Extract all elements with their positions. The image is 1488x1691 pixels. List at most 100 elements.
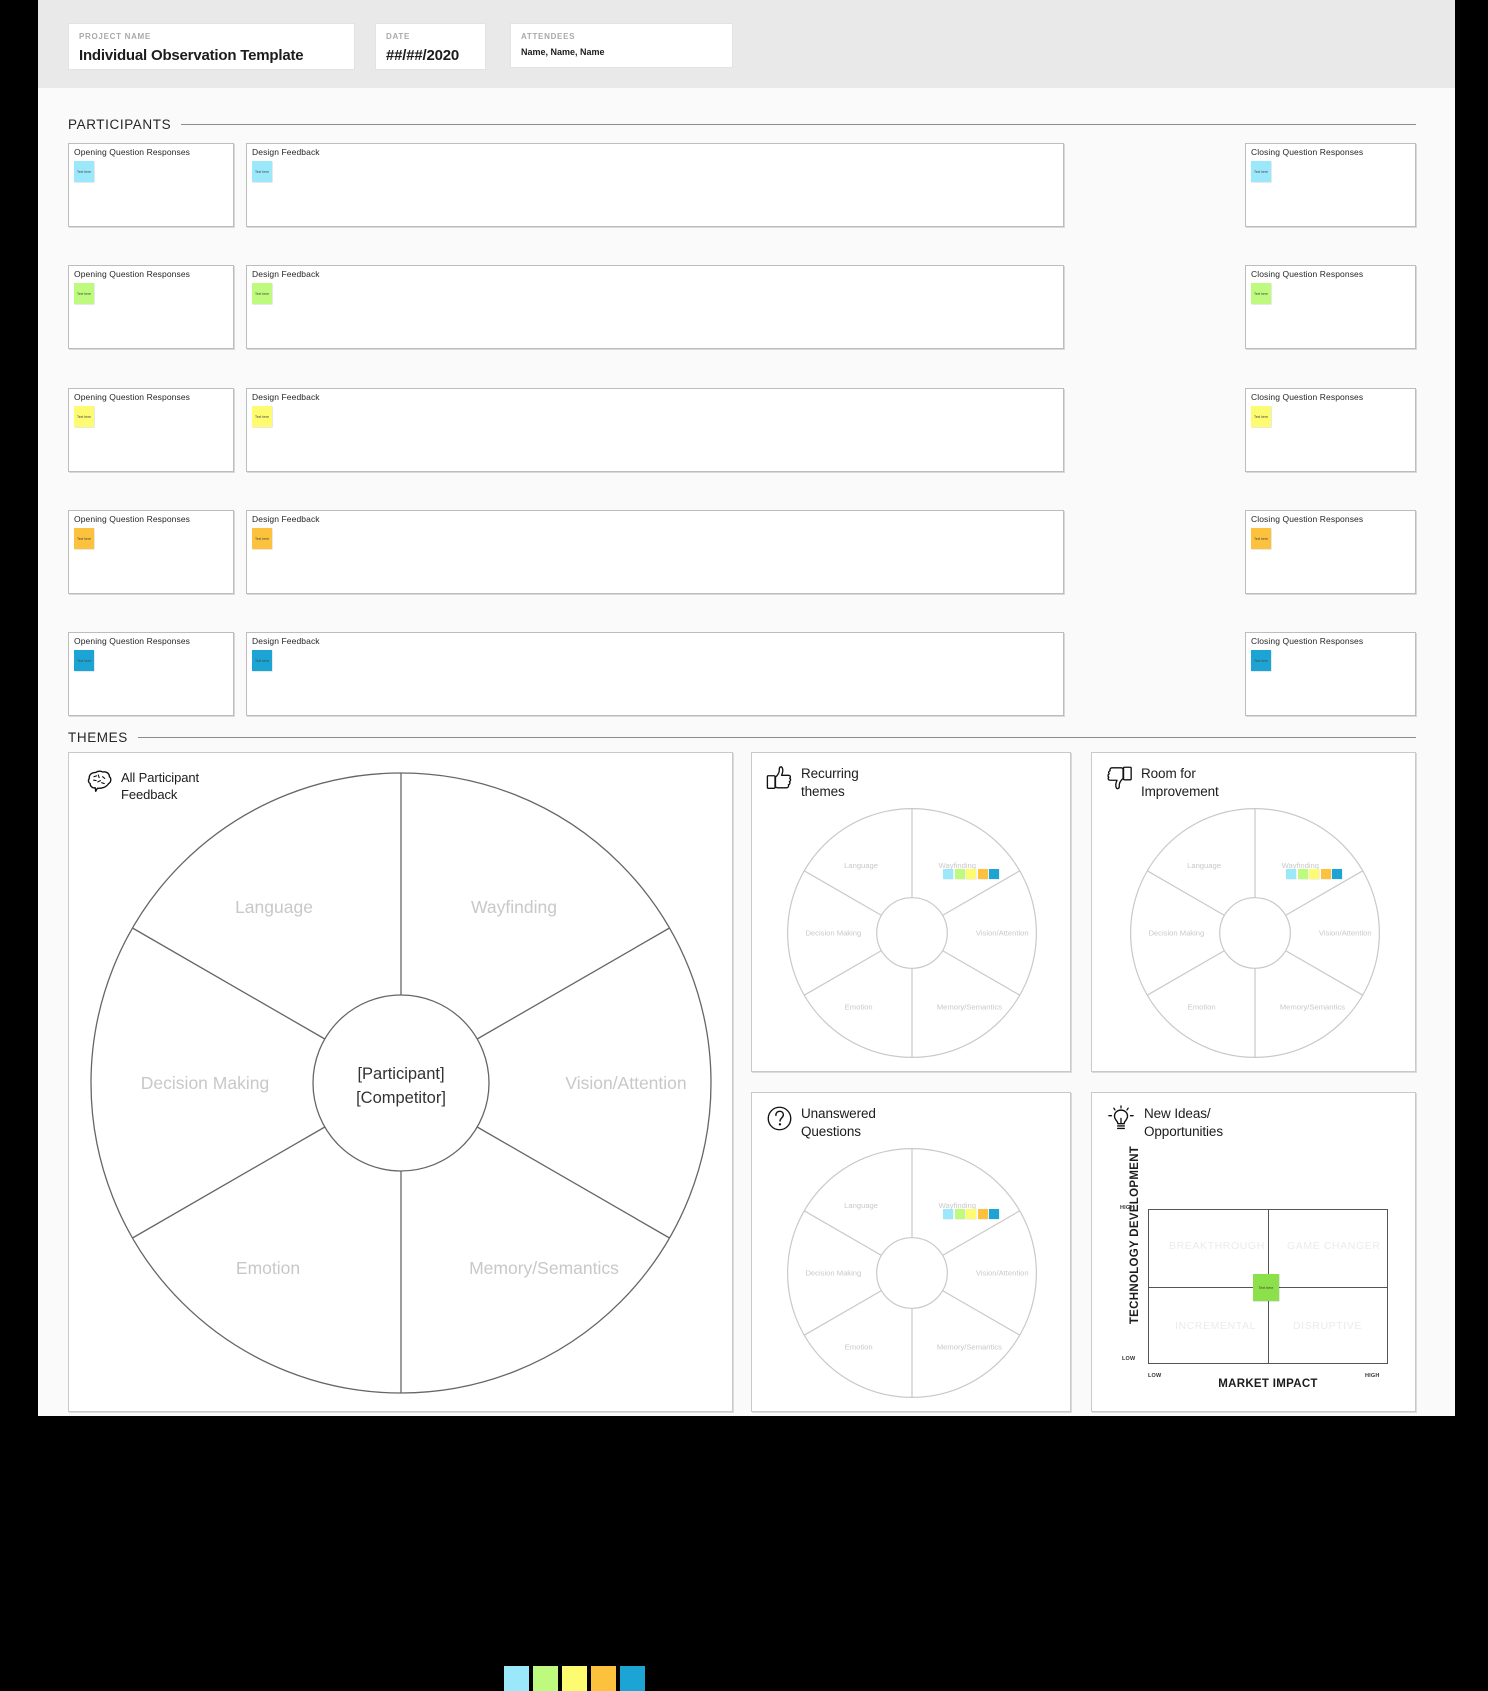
design-feedback-box[interactable]: Design Feedback Text here (246, 265, 1064, 349)
sticky-note[interactable]: Text here (74, 283, 94, 304)
wayfinding-swatch-row[interactable] (1286, 869, 1344, 879)
box-label: Design Feedback (252, 514, 320, 524)
swatch-3[interactable] (1309, 869, 1319, 879)
sticky-note[interactable]: Text here (252, 283, 272, 304)
wheel-segment-label-decision-making: Decision Making (805, 1268, 861, 1277)
box-label: Closing Question Responses (1251, 269, 1364, 279)
opening-question-responses-box[interactable]: Opening Question Responses Text here (68, 632, 234, 716)
wayfinding-swatch-row[interactable] (943, 1209, 1001, 1219)
swatch-1[interactable] (1286, 869, 1296, 879)
swatch-3[interactable] (966, 1209, 976, 1219)
swatch-4[interactable] (591, 1666, 616, 1691)
box-label: Closing Question Responses (1251, 514, 1364, 524)
design-feedback-box[interactable]: Design Feedback Text here (246, 510, 1064, 594)
panel-title: Room for Improvement (1141, 766, 1219, 799)
wheel-segment-label-emotion: Emotion (845, 1343, 873, 1352)
section-header-themes: THEMES (68, 730, 1416, 745)
section-title-themes: THEMES (68, 730, 128, 745)
swatch-2[interactable] (954, 869, 965, 879)
wheel-segment-label-emotion: Emotion (845, 1003, 873, 1012)
swatch-5[interactable] (989, 1209, 999, 1219)
sticky-note[interactable]: Text here (74, 406, 94, 427)
quadrant-label-incremental: INCREMENTAL (1175, 1320, 1257, 1332)
sticky-note[interactable]: Text here (252, 650, 272, 671)
sticky-note[interactable]: Text here (1253, 1274, 1279, 1301)
swatch-4[interactable] (977, 1209, 988, 1219)
sticky-note[interactable]: Text here (252, 406, 272, 427)
design-feedback-box[interactable]: Design Feedback Text here (246, 388, 1064, 472)
swatch-5[interactable] (620, 1666, 645, 1691)
box-label: Closing Question Responses (1251, 392, 1364, 402)
feedback-wheel-recurring[interactable]: Language Wayfinding Vision/Attention Mem… (782, 803, 1042, 1063)
swatch-3[interactable] (562, 1666, 587, 1691)
wheel-segment-label-memory-semantics: Memory/Semantics (937, 1343, 1002, 1352)
box-label: Opening Question Responses (74, 636, 191, 646)
panel-room-for-improvement[interactable]: Room for Improvement Language Wayfinding… (1091, 752, 1416, 1072)
swatch-5[interactable] (1332, 869, 1342, 879)
panel-unanswered-questions[interactable]: Unanswered Questions Language Wayfinding… (751, 1092, 1071, 1412)
wheel-segment-label-language: Language (844, 1201, 878, 1210)
wheel-segment-label-emotion: Emotion (1188, 1003, 1216, 1012)
swatch-2[interactable] (954, 1209, 965, 1219)
sticky-note[interactable]: Text here (252, 161, 272, 182)
date-card[interactable]: DATE ##/##/2020 (375, 23, 486, 70)
thumbs-up-icon (766, 765, 793, 796)
box-label: Design Feedback (252, 147, 320, 157)
wheel-segment-label-emotion: Emotion (236, 1258, 300, 1278)
matrix-plot-area[interactable]: BREAKTHROUGH GAME CHANGER INCREMENTAL DI… (1148, 1209, 1388, 1364)
question-mark-icon (766, 1105, 793, 1137)
swatch-5[interactable] (989, 869, 999, 879)
closing-question-responses-box[interactable]: Closing Question Responses Text here (1245, 510, 1416, 594)
wheel-segment-label-decision-making: Decision Making (141, 1073, 269, 1093)
swatch-1[interactable] (943, 869, 953, 879)
sticky-note[interactable]: Text here (74, 650, 94, 671)
opening-question-responses-box[interactable]: Opening Question Responses Text here (68, 143, 234, 227)
feedback-wheel-room[interactable]: Language Wayfinding Vision/Attention Mem… (1125, 803, 1385, 1063)
opportunity-matrix-chart[interactable]: TECHNOLOGY DEVELOPMENT MARKET IMPACT HIG… (1112, 1146, 1400, 1401)
opening-question-responses-box[interactable]: Opening Question Responses Text here (68, 265, 234, 349)
opening-question-responses-box[interactable]: Opening Question Responses Text here (68, 510, 234, 594)
attendees-value: Name, Name, Name (521, 47, 605, 57)
design-feedback-box[interactable]: Design Feedback Text here (246, 632, 1064, 716)
thumbs-down-icon (1106, 765, 1133, 796)
closing-question-responses-box[interactable]: Closing Question Responses Text here (1245, 265, 1416, 349)
sticky-note[interactable]: Text here (1251, 161, 1271, 182)
closing-question-responses-box[interactable]: Closing Question Responses Text here (1245, 143, 1416, 227)
feedback-wheel-large[interactable]: Language Wayfinding Vision/Attention Mem… (77, 761, 725, 1405)
participant-row: Opening Question Responses Text here Desig… (68, 510, 1416, 594)
y-axis-title: TECHNOLOGY DEVELOPMENT (1129, 1145, 1141, 1325)
box-label: Design Feedback (252, 269, 320, 279)
box-label: Closing Question Responses (1251, 636, 1364, 646)
sticky-note[interactable]: Text here (74, 161, 94, 182)
sticky-note[interactable]: Text here (74, 528, 94, 549)
wayfinding-swatch-row[interactable] (943, 869, 1001, 879)
sticky-note[interactable]: Text here (1251, 528, 1271, 549)
closing-question-responses-box[interactable]: Closing Question Responses Text here (1245, 632, 1416, 716)
quadrant-label-game-changer: GAME CHANGER (1287, 1240, 1381, 1252)
swatch-3[interactable] (966, 869, 976, 879)
swatch-4[interactable] (977, 869, 988, 879)
sticky-note[interactable]: Text here (1251, 650, 1271, 671)
closing-question-responses-box[interactable]: Closing Question Responses Text here (1245, 388, 1416, 472)
design-feedback-box[interactable]: Design Feedback Text here (246, 143, 1064, 227)
y-axis-tick-low: LOW (1122, 1356, 1136, 1362)
wayfinding-swatch-row[interactable] (504, 1666, 649, 1691)
wheel-center-competitor: [Competitor] (356, 1089, 446, 1107)
swatch-1[interactable] (943, 1209, 953, 1219)
sticky-note[interactable]: Text here (252, 528, 272, 549)
panel-all-participant-feedback[interactable]: All Participant Feedback Language Wayfin… (68, 752, 733, 1691)
swatch-2[interactable] (1297, 869, 1308, 879)
swatch-2[interactable] (533, 1666, 558, 1691)
sticky-note[interactable]: Text here (1251, 406, 1271, 427)
opening-question-responses-box[interactable]: Opening Question Responses Text here (68, 388, 234, 472)
panel-new-ideas-opportunities[interactable]: New Ideas/ Opportunities TECHNOLOGY DEVE… (1091, 1092, 1416, 1412)
swatch-1[interactable] (504, 1666, 529, 1691)
swatch-4[interactable] (1320, 869, 1331, 879)
attendees-card[interactable]: ATTENDEES Name, Name, Name (510, 23, 733, 68)
feedback-wheel-unanswered[interactable]: Language Wayfinding Vision/Attention Mem… (782, 1143, 1042, 1403)
panel-recurring-themes[interactable]: Recurring themes Language Wayfinding Vis… (751, 752, 1071, 1072)
project-name-card[interactable]: PROJECT NAME Individual Observation Temp… (68, 23, 355, 70)
participant-row: Opening Question Responses Text here Desig… (68, 143, 1416, 227)
date-label: DATE (386, 32, 410, 41)
sticky-note[interactable]: Text here (1251, 283, 1271, 304)
